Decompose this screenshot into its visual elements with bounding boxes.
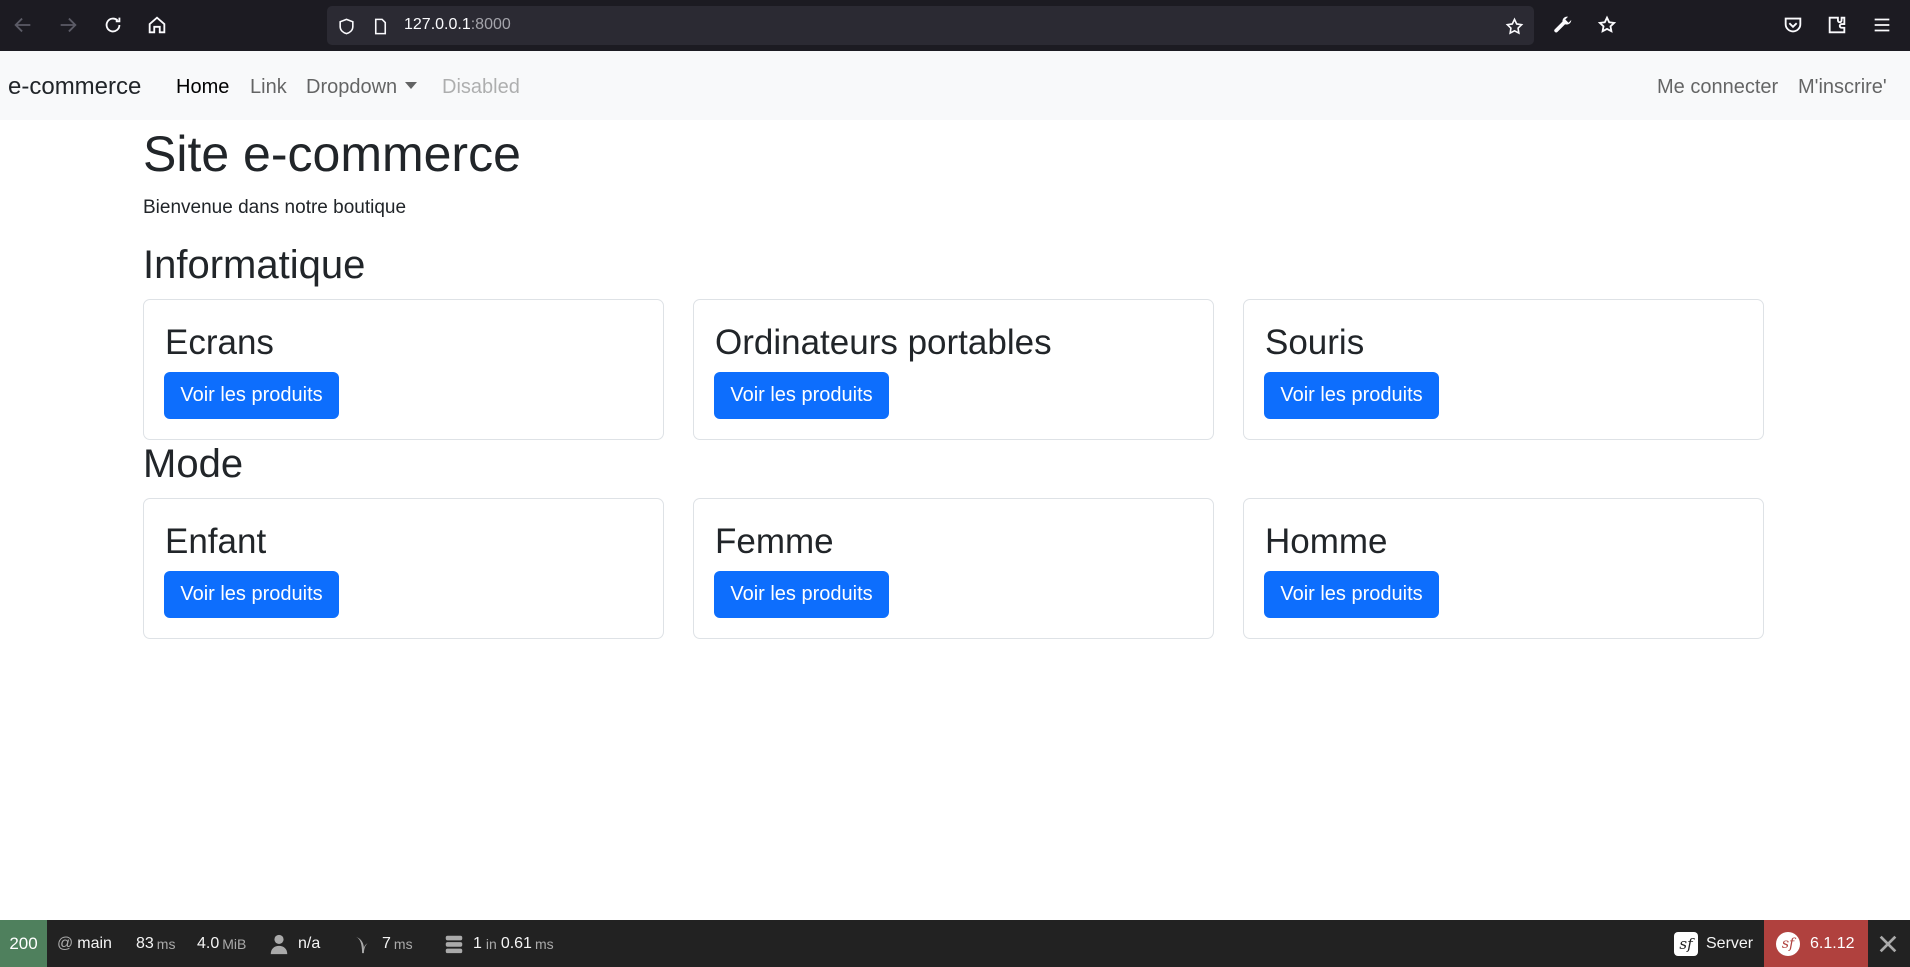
route-info[interactable]: @ main xyxy=(57,920,112,967)
register-link[interactable]: M'inscrire' xyxy=(1798,76,1887,99)
status-code-badge[interactable]: 200 xyxy=(0,920,47,967)
nav-dropdown[interactable]: Dropdown xyxy=(306,76,418,99)
db-queries: 1 xyxy=(473,934,482,952)
twig-unit: ms xyxy=(393,935,413,952)
card-title: Souris xyxy=(1265,323,1365,362)
view-products-button[interactable]: Voir les produits xyxy=(1264,372,1439,419)
back-icon[interactable] xyxy=(10,12,36,38)
twig-icon xyxy=(355,936,368,953)
forward-icon[interactable] xyxy=(55,12,81,38)
bookmark-star-icon[interactable] xyxy=(1504,16,1524,36)
nav-link-disabled: Disabled xyxy=(442,76,520,98)
time-unit: ms xyxy=(156,935,176,952)
user-icon xyxy=(270,934,288,954)
login-link[interactable]: Me connecter xyxy=(1657,76,1778,99)
database-icon xyxy=(445,935,463,953)
menu-icon[interactable] xyxy=(1870,13,1894,37)
category-card: Homme Voir les produits xyxy=(1243,498,1764,639)
category-card: Ordinateurs portables Voir les produits xyxy=(693,299,1214,440)
shield-icon[interactable] xyxy=(336,16,356,36)
memory-unit: MiB xyxy=(222,935,247,952)
symfony-version-icon: sf xyxy=(1776,931,1800,956)
card-title: Femme xyxy=(715,522,834,561)
category-card: Souris Voir les produits xyxy=(1243,299,1764,440)
card-title: Ecrans xyxy=(165,323,274,362)
db-in: in xyxy=(485,935,497,952)
extensions-icon[interactable] xyxy=(1825,13,1849,37)
section-title-mode: Mode xyxy=(143,442,244,486)
url-text[interactable]: 127.0.0.1:8000 xyxy=(404,16,511,34)
view-products-button[interactable]: Voir les produits xyxy=(1264,571,1439,618)
db-time: 0.61 xyxy=(500,934,532,952)
server-info[interactable]: sf Server xyxy=(1674,920,1753,967)
view-products-button[interactable]: Voir les produits xyxy=(164,571,339,618)
route-at: @ xyxy=(57,934,74,952)
time-value: 83 xyxy=(136,934,154,952)
twig-info[interactable]: 7 ms xyxy=(352,920,413,967)
tools-wrench-icon[interactable] xyxy=(1551,13,1575,37)
view-products-button[interactable]: Voir les produits xyxy=(714,571,889,618)
nav-link-home[interactable]: Home xyxy=(176,76,229,99)
brand-link[interactable]: e-commerce xyxy=(8,73,141,101)
symfony-logo-icon: sf xyxy=(1674,931,1698,956)
card-title: Ordinateurs portables xyxy=(715,323,1052,362)
card-title: Homme xyxy=(1265,522,1388,561)
url-bar[interactable]: 127.0.0.1:8000 xyxy=(327,6,1534,45)
twig-value: 7 xyxy=(382,934,391,952)
page-icon[interactable] xyxy=(370,16,390,36)
time-info[interactable]: 83 ms xyxy=(136,920,175,967)
close-icon[interactable] xyxy=(1875,931,1901,957)
memory-value: 4.0 xyxy=(197,934,220,952)
extension-star-icon[interactable] xyxy=(1595,13,1619,37)
memory-info[interactable]: 4.0 MiB xyxy=(197,920,246,967)
category-card: Ecrans Voir les produits xyxy=(143,299,664,440)
security-info[interactable]: n/a xyxy=(268,920,320,967)
category-card: Enfant Voir les produits xyxy=(143,498,664,639)
pocket-icon[interactable] xyxy=(1781,13,1805,37)
page-title: Site e-commerce xyxy=(143,126,521,182)
browser-toolbar: 127.0.0.1:8000 xyxy=(0,0,1910,51)
server-label: Server xyxy=(1706,934,1754,952)
version-value: 6.1.12 xyxy=(1810,934,1855,952)
user-value: n/a xyxy=(298,934,321,952)
home-icon[interactable] xyxy=(144,12,170,38)
view-products-button[interactable]: Voir les produits xyxy=(164,372,339,419)
symfony-debug-toolbar: 200 @ main 83 ms 4.0 MiB n/a 7 ms 1 in 0.61 ms … xyxy=(0,920,1910,967)
category-card: Femme Voir les produits xyxy=(693,498,1214,639)
reload-icon[interactable] xyxy=(100,12,126,38)
caret-down-icon xyxy=(405,82,418,89)
db-unit: ms xyxy=(534,935,554,952)
nav-dropdown-label: Dropdown xyxy=(306,76,398,98)
section-title-informatique: Informatique xyxy=(143,243,366,287)
symfony-version[interactable]: sf 6.1.12 xyxy=(1764,920,1868,967)
view-products-button[interactable]: Voir les produits xyxy=(714,372,889,419)
database-info[interactable]: 1 in 0.61 ms xyxy=(443,920,554,967)
nav-link-link[interactable]: Link xyxy=(250,76,287,99)
card-title: Enfant xyxy=(165,522,267,561)
page-subtitle: Bienvenue dans notre boutique xyxy=(143,197,407,218)
route-name: main xyxy=(77,934,112,952)
